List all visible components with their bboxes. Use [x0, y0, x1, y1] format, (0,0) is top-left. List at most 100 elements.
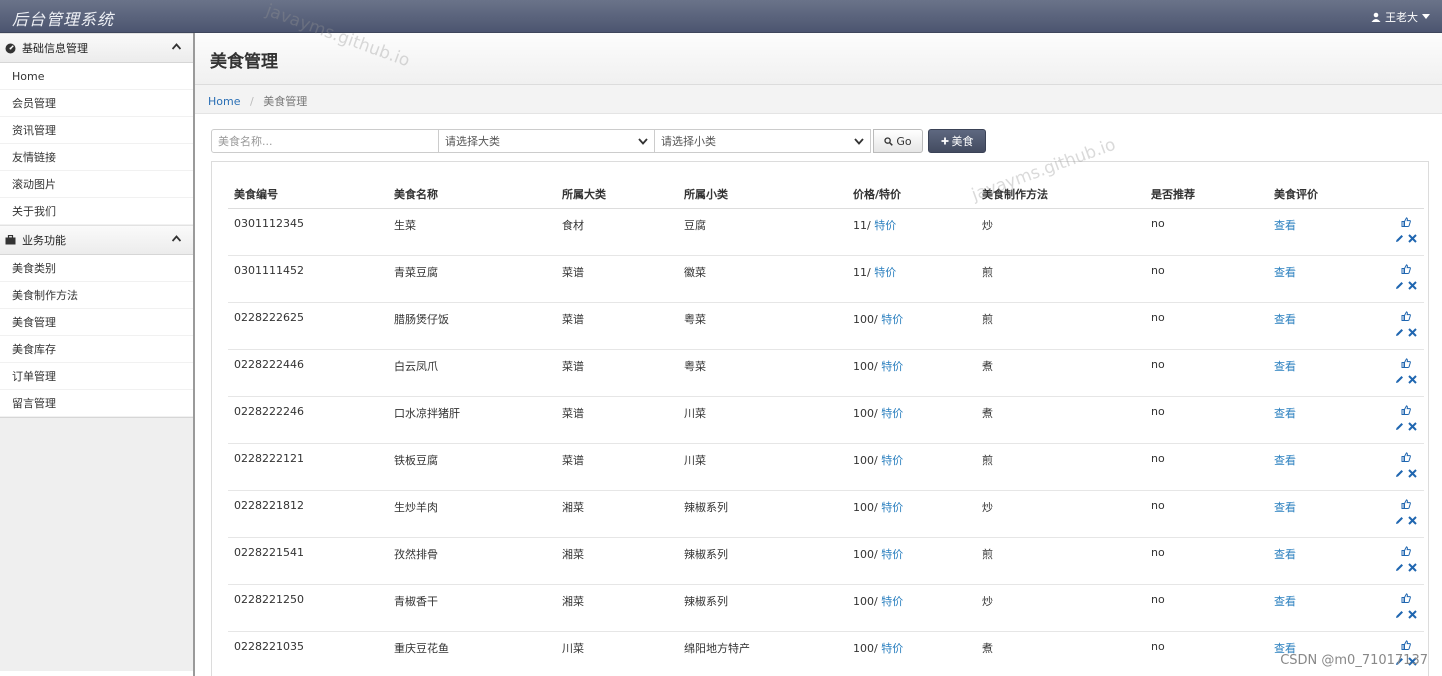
price-value: 100/ [853, 500, 878, 514]
sidebar-item-banners[interactable]: 滚动图片 [0, 171, 193, 198]
view-review-link[interactable]: 查看 [1274, 313, 1296, 326]
dashboard-icon [4, 42, 16, 54]
edit-pencil-icon[interactable] [1395, 562, 1404, 575]
column-header-id: 美食编号 [228, 180, 388, 209]
cell-recommend: no [1145, 302, 1268, 350]
column-header-minor: 所属小类 [678, 180, 847, 209]
recommend-thumbs-up-icon[interactable] [1388, 592, 1424, 609]
view-review-link[interactable]: 查看 [1274, 266, 1296, 279]
cell-recommend: no [1145, 537, 1268, 585]
add-food-button[interactable]: 美食 [928, 129, 986, 153]
cell-review: 查看 [1268, 396, 1388, 444]
special-price-link[interactable]: 特价 [881, 360, 903, 373]
cell-id: 0228222625 [228, 302, 388, 350]
special-price-link[interactable]: 特价 [874, 266, 896, 279]
chevron-up-icon[interactable] [172, 235, 181, 242]
cell-method: 炒 [976, 208, 1145, 256]
sidebar-item-home[interactable]: Home [0, 63, 193, 90]
sidebar-item-orders[interactable]: 订单管理 [0, 363, 193, 390]
sidebar-item-food-category[interactable]: 美食类别 [0, 255, 193, 282]
sidebar-item-about[interactable]: 关于我们 [0, 198, 193, 225]
special-price-link[interactable]: 特价 [874, 219, 896, 232]
column-header-method: 美食制作方法 [976, 180, 1145, 209]
special-price-link[interactable]: 特价 [881, 501, 903, 514]
recommend-thumbs-up-icon[interactable] [1388, 357, 1424, 374]
table-header-row: 美食编号 美食名称 所属大类 所属小类 价格/特价 美食制作方法 是否推荐 美食… [228, 180, 1424, 209]
special-price-link[interactable]: 特价 [881, 454, 903, 467]
breadcrumb-home-link[interactable]: Home [208, 95, 240, 108]
delete-x-icon[interactable] [1408, 562, 1417, 575]
sidebar-item-links[interactable]: 友情链接 [0, 144, 193, 171]
delete-x-icon[interactable] [1408, 233, 1417, 246]
search-go-button[interactable]: Go [873, 129, 923, 153]
delete-x-icon[interactable] [1408, 280, 1417, 293]
chevron-up-icon[interactable] [172, 43, 181, 50]
view-review-link[interactable]: 查看 [1274, 360, 1296, 373]
edit-pencil-icon[interactable] [1395, 468, 1404, 481]
search-go-label: Go [896, 134, 912, 148]
cell-review: 查看 [1268, 255, 1388, 303]
cell-actions [1388, 537, 1424, 585]
view-review-link[interactable]: 查看 [1274, 454, 1296, 467]
minor-category-select[interactable]: 请选择小类 [655, 129, 871, 153]
recommend-thumbs-up-icon[interactable] [1388, 451, 1424, 468]
recommend-thumbs-up-icon[interactable] [1388, 310, 1424, 327]
special-price-link[interactable]: 特价 [881, 313, 903, 326]
sidebar-item-members[interactable]: 会员管理 [0, 90, 193, 117]
cell-name: 生菜 [388, 208, 556, 256]
cell-name: 重庆豆花鱼 [388, 631, 556, 676]
cell-minor: 川菜 [678, 396, 847, 444]
food-name-search-input[interactable] [211, 129, 439, 153]
table-row: 0228221250 青椒香干 湘菜 辣椒系列 100/ 特价炒 no 查看 [228, 584, 1424, 632]
edit-pencil-icon[interactable] [1395, 327, 1404, 340]
sidebar-section-basic[interactable]: 基础信息管理 [0, 33, 193, 63]
delete-x-icon[interactable] [1408, 609, 1417, 622]
app-title[interactable]: 后台管理系统 [12, 6, 114, 30]
column-header-name: 美食名称 [388, 180, 556, 209]
recommend-thumbs-up-icon[interactable] [1388, 404, 1424, 421]
view-review-link[interactable]: 查看 [1274, 501, 1296, 514]
cell-method: 煮 [976, 631, 1145, 676]
edit-pencil-icon[interactable] [1395, 280, 1404, 293]
delete-x-icon[interactable] [1408, 421, 1417, 434]
cell-id: 0301111452 [228, 255, 388, 303]
edit-pencil-icon[interactable] [1395, 515, 1404, 528]
recommend-thumbs-up-icon[interactable] [1388, 263, 1424, 280]
cell-price: 100/ 特价 [847, 490, 976, 538]
column-header-price: 价格/特价 [847, 180, 976, 209]
sidebar-item-messages[interactable]: 留言管理 [0, 390, 193, 417]
user-menu[interactable]: 王老大 [1371, 9, 1430, 25]
special-price-link[interactable]: 特价 [881, 548, 903, 561]
edit-pencil-icon[interactable] [1395, 233, 1404, 246]
cell-recommend: no [1145, 255, 1268, 303]
cell-review: 查看 [1268, 584, 1388, 632]
sidebar-item-cooking-method[interactable]: 美食制作方法 [0, 282, 193, 309]
sidebar-item-food-stock[interactable]: 美食库存 [0, 336, 193, 363]
cell-id: 0228222446 [228, 349, 388, 397]
special-price-link[interactable]: 特价 [881, 595, 903, 608]
delete-x-icon[interactable] [1408, 327, 1417, 340]
special-price-link[interactable]: 特价 [881, 642, 903, 655]
cell-id: 0228221812 [228, 490, 388, 538]
recommend-thumbs-up-icon[interactable] [1388, 498, 1424, 515]
sidebar-item-food-management[interactable]: 美食管理 [0, 309, 193, 336]
delete-x-icon[interactable] [1408, 374, 1417, 387]
sidebar-section-business[interactable]: 业务功能 [0, 225, 193, 255]
edit-pencil-icon[interactable] [1395, 421, 1404, 434]
view-review-link[interactable]: 查看 [1274, 219, 1296, 232]
recommend-thumbs-up-icon[interactable] [1388, 545, 1424, 562]
price-value: 100/ [853, 453, 878, 467]
edit-pencil-icon[interactable] [1395, 609, 1404, 622]
view-review-link[interactable]: 查看 [1274, 407, 1296, 420]
view-review-link[interactable]: 查看 [1274, 548, 1296, 561]
cell-name: 铁板豆腐 [388, 443, 556, 491]
delete-x-icon[interactable] [1408, 515, 1417, 528]
sidebar-item-news[interactable]: 资讯管理 [0, 117, 193, 144]
edit-pencil-icon[interactable] [1395, 374, 1404, 387]
special-price-link[interactable]: 特价 [881, 407, 903, 420]
price-value: 11/ [853, 265, 871, 279]
delete-x-icon[interactable] [1408, 468, 1417, 481]
view-review-link[interactable]: 查看 [1274, 595, 1296, 608]
recommend-thumbs-up-icon[interactable] [1388, 216, 1424, 233]
major-category-select[interactable]: 请选择大类 [439, 129, 655, 153]
